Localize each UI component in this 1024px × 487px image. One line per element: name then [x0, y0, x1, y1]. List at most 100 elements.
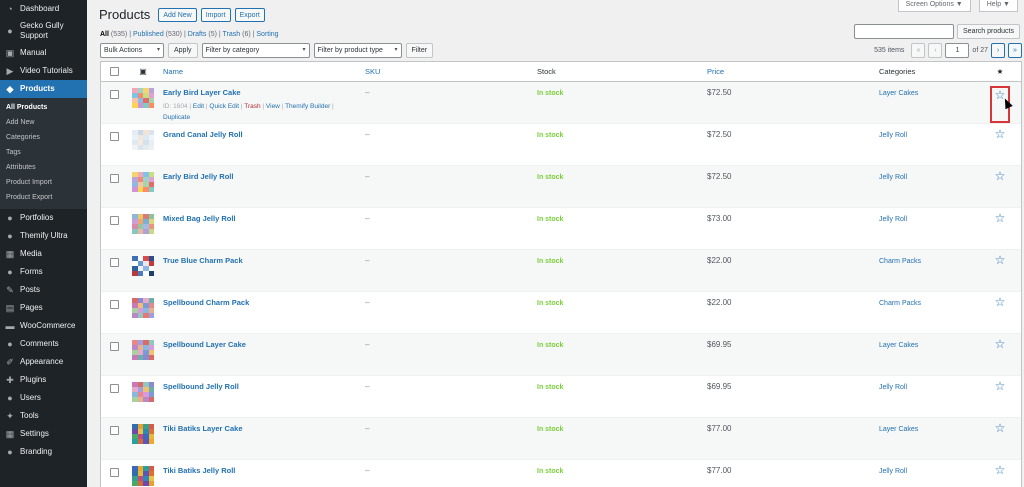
filter-trash-link[interactable]: Trash	[223, 31, 241, 38]
prev-page-button[interactable]: ‹	[928, 43, 943, 58]
sidebar-item-themify-ultra[interactable]: ● Themify Ultra	[0, 227, 87, 245]
submenu-item-product-import[interactable]: Product Import	[0, 175, 87, 190]
sidebar-item-users[interactable]: ● Users	[0, 389, 87, 407]
product-thumbnail[interactable]	[132, 88, 154, 108]
featured-star-icon[interactable]: ☆	[995, 254, 1006, 291]
filter-published-link[interactable]: Published	[133, 31, 164, 38]
category-link[interactable]: Jelly Roll	[879, 384, 907, 391]
product-thumbnail[interactable]	[132, 298, 154, 318]
sidebar-item-manual[interactable]: ▣ Manual	[0, 44, 87, 62]
filter-drafts-link[interactable]: Drafts	[188, 31, 207, 38]
first-page-button[interactable]: «	[911, 43, 926, 58]
sidebar-item-tools[interactable]: ✦ Tools	[0, 407, 87, 425]
add-new-button[interactable]: Add New	[158, 7, 197, 22]
row-checkbox[interactable]	[109, 426, 119, 435]
product-thumbnail[interactable]	[132, 130, 154, 150]
product-name-link[interactable]: Spellbound Layer Cake	[163, 340, 361, 349]
row-checkbox[interactable]	[109, 384, 119, 393]
sidebar-item-branding[interactable]: ● Branding	[0, 443, 87, 461]
sidebar-item-media[interactable]: ▦ Media	[0, 245, 87, 263]
current-page-input[interactable]: 1	[945, 43, 970, 58]
category-link[interactable]: Charm Packs	[879, 258, 921, 265]
quick-edit-link[interactable]: Quick Edit	[209, 103, 239, 110]
row-checkbox[interactable]	[109, 342, 119, 351]
sidebar-item-appearance[interactable]: ✐ Appearance	[0, 353, 87, 371]
product-name-link[interactable]: Tiki Batiks Layer Cake	[163, 424, 361, 433]
category-link[interactable]: Layer Cakes	[879, 426, 918, 433]
name-column-header[interactable]: Name	[159, 67, 361, 76]
category-link[interactable]: Charm Packs	[879, 300, 921, 307]
export-button[interactable]: Export	[234, 7, 265, 22]
product-thumbnail[interactable]	[132, 172, 154, 192]
sidebar-item-forms[interactable]: ● Forms	[0, 263, 87, 281]
category-link[interactable]: Layer Cakes	[879, 342, 918, 349]
category-link[interactable]: Jelly Roll	[879, 174, 907, 181]
product-name-link[interactable]: Spellbound Charm Pack	[163, 298, 361, 307]
submenu-item-add-new[interactable]: Add New	[0, 115, 87, 130]
sidebar-item-woocommerce[interactable]: ▬ WooCommerce	[0, 317, 87, 335]
edit-link[interactable]: Edit	[193, 103, 204, 110]
featured-star-icon[interactable]: ☆	[995, 128, 1006, 165]
next-page-button[interactable]: ›	[991, 43, 1005, 58]
sku-column-header[interactable]: SKU	[361, 67, 533, 76]
featured-star-icon[interactable]: ☆	[995, 464, 1006, 487]
row-checkbox[interactable]	[109, 216, 119, 225]
search-products-button[interactable]: Search products	[957, 24, 1020, 39]
duplicate-link[interactable]: Duplicate	[163, 114, 190, 121]
featured-star-icon[interactable]: ☆	[995, 296, 1006, 333]
submenu-item-product-export[interactable]: Product Export	[0, 190, 87, 205]
row-checkbox[interactable]	[109, 132, 119, 141]
product-thumbnail[interactable]	[132, 424, 154, 444]
featured-star-icon[interactable]: ☆	[995, 380, 1006, 417]
product-name-link[interactable]: True Blue Charm Pack	[163, 256, 361, 265]
sidebar-item-comments[interactable]: ● Comments	[0, 335, 87, 353]
filter-all-link[interactable]: All	[100, 31, 109, 38]
product-name-link[interactable]: Spellbound Jelly Roll	[163, 382, 361, 391]
product-name-link[interactable]: Mixed Bag Jelly Roll	[163, 214, 361, 223]
row-checkbox[interactable]	[109, 300, 119, 309]
row-checkbox[interactable]	[109, 468, 119, 477]
submenu-item-categories[interactable]: Categories	[0, 130, 87, 145]
apply-button[interactable]: Apply	[168, 43, 198, 58]
featured-star-icon[interactable]: ☆	[995, 422, 1006, 459]
filter-button[interactable]: Filter	[405, 43, 434, 58]
sidebar-item-products[interactable]: ◆ Products	[0, 80, 87, 98]
category-link[interactable]: Jelly Roll	[879, 132, 907, 139]
category-link[interactable]: Jelly Roll	[879, 468, 907, 475]
sidebar-item-portfolios[interactable]: ● Portfolios	[0, 209, 87, 227]
product-name-link[interactable]: Early Bird Layer Cake	[163, 88, 361, 97]
sidebar-item-gecko-gully-support[interactable]: ● Gecko Gully Support	[0, 18, 87, 44]
last-page-button[interactable]: »	[1008, 43, 1022, 58]
sidebar-item-posts[interactable]: ✎ Posts	[0, 281, 87, 299]
product-name-link[interactable]: Early Bird Jelly Roll	[163, 172, 361, 181]
product-type-filter-select[interactable]: Filter by product type ▾	[313, 43, 402, 58]
sidebar-item-video-tutorials[interactable]: ▶ Video Tutorials	[0, 62, 87, 80]
sidebar-item-pages[interactable]: ▤ Pages	[0, 299, 87, 317]
featured-star-icon[interactable]: ☆	[995, 338, 1006, 375]
product-thumbnail[interactable]	[132, 214, 154, 234]
featured-star-icon[interactable]: ☆	[995, 170, 1006, 207]
help-button[interactable]: Help ▼	[978, 0, 1018, 12]
sidebar-item-plugins[interactable]: ✚ Plugins	[0, 371, 87, 389]
sidebar-item-dashboard[interactable]: ◔ Dashboard	[0, 0, 87, 18]
sidebar-item-settings[interactable]: ▦ Settings	[0, 425, 87, 443]
category-filter-select[interactable]: Filter by category ▾	[201, 43, 310, 58]
submenu-item-tags[interactable]: Tags	[0, 145, 87, 160]
bulk-actions-select[interactable]: Bulk Actions ▾	[100, 43, 164, 58]
featured-star-icon[interactable]: ☆	[995, 212, 1006, 249]
featured-column-header[interactable]: ★	[979, 67, 1021, 76]
themify-builder-link[interactable]: Themify Builder	[285, 103, 330, 110]
submenu-item-all-products[interactable]: All Products	[0, 100, 87, 115]
submenu-item-attributes[interactable]: Attributes	[0, 160, 87, 175]
product-name-link[interactable]: Grand Canal Jelly Roll	[163, 130, 361, 139]
row-checkbox[interactable]	[109, 90, 119, 99]
trash-link[interactable]: Trash	[244, 103, 260, 110]
product-thumbnail[interactable]	[132, 466, 154, 486]
search-input[interactable]	[854, 24, 955, 39]
view-link[interactable]: View	[266, 103, 280, 110]
category-link[interactable]: Jelly Roll	[879, 216, 907, 223]
product-name-link[interactable]: Tiki Batiks Jelly Roll	[163, 466, 361, 475]
import-button[interactable]: Import	[200, 7, 231, 22]
select-all-checkbox[interactable]	[109, 67, 119, 76]
row-checkbox[interactable]	[109, 258, 119, 267]
